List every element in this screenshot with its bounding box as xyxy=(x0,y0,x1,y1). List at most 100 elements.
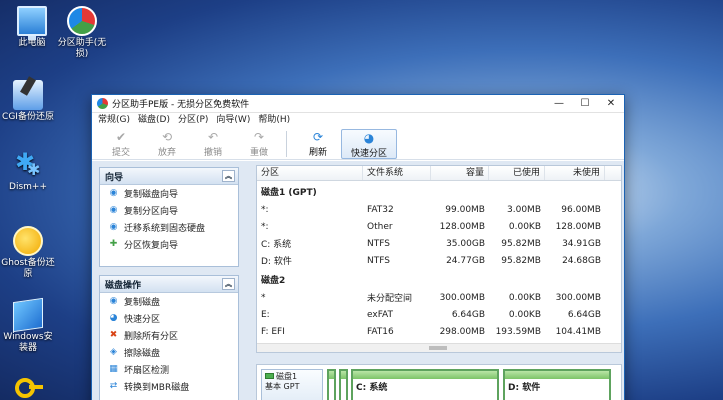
op-quick-partition[interactable]: ◕ 快速分区 xyxy=(100,310,238,327)
dism-icon xyxy=(13,150,43,182)
desktop-icon-dism[interactable]: Dism++ xyxy=(0,150,56,193)
table-row[interactable]: * 未分配空间 300.00MB 0.00KB 300.00MB xyxy=(257,289,621,306)
toolbar-separator xyxy=(286,130,287,157)
disk-map: 磁盘1 基本 GPT C: 系统 D: 软件 xyxy=(256,364,622,400)
main-area: 向导 ︽ ◉ 复制磁盘向导 ◉ 复制分区向导 ◉ 迁移系统到固态硬盘 ✚ 分区恢复向导 … xyxy=(92,161,624,400)
wipe-icon: ◈ xyxy=(110,347,117,357)
disk-ops-panel-title: 磁盘操作 xyxy=(105,280,142,291)
delete-icon: ✖ xyxy=(109,330,118,340)
table-cell: 0.00KB xyxy=(508,221,541,232)
table-cell: NTFS xyxy=(367,238,390,249)
col-free[interactable]: 未使用 xyxy=(545,166,605,180)
menu-partition[interactable]: 分区(P) xyxy=(174,113,212,128)
minimize-button[interactable]: — xyxy=(546,95,572,113)
partition-block-c[interactable]: C: 系统 xyxy=(351,369,499,400)
partition-block[interactable] xyxy=(327,369,336,400)
undo-icon: ↶ xyxy=(207,129,219,144)
partition-block-d[interactable]: D: 软件 xyxy=(503,369,611,400)
commit-button[interactable]: ✔ 提交 xyxy=(98,129,144,159)
desktop-icon-computer[interactable]: 此电脑 xyxy=(4,6,60,49)
desktop-icon-label: 分区助手(无损) xyxy=(57,38,107,59)
col-capacity[interactable]: 容量 xyxy=(431,166,489,180)
col-filesystem[interactable]: 文件系统 xyxy=(363,166,431,180)
table-cell: 193.59MB xyxy=(495,326,541,337)
col-used[interactable]: 已使用 xyxy=(489,166,545,180)
wizard-panel: 向导 ︽ ◉ 复制磁盘向导 ◉ 复制分区向导 ◉ 迁移系统到固态硬盘 ✚ 分区恢复向导 xyxy=(99,167,239,267)
refresh-button[interactable]: ⟳ 刷新 xyxy=(295,129,341,159)
table-row[interactable]: E: exFAT 6.64GB 0.00KB 6.64GB xyxy=(257,306,621,323)
wizard-panel-header: 向导 ︽ xyxy=(100,168,238,185)
desktop-icon-windows-installer[interactable]: Windows安装器 xyxy=(0,297,56,354)
partition-table: 分区 文件系统 容量 已使用 未使用 磁盘1 (GPT) *: FAT32 99.00… xyxy=(256,165,622,353)
table-cell: 95.82MB xyxy=(501,255,541,266)
table-row[interactable]: F: EFI FAT16 298.00MB 193.59MB 104.41MB xyxy=(257,323,621,340)
wizard-partition-recovery[interactable]: ✚ 分区恢复向导 xyxy=(100,236,238,253)
col-partition[interactable]: 分区 xyxy=(257,166,363,180)
table-cell: 0.00KB xyxy=(508,309,541,320)
quick-partition-icon: ◕ xyxy=(109,313,118,323)
menu-wizard[interactable]: 向导(W) xyxy=(212,113,254,128)
migrate-icon: ◉ xyxy=(109,222,118,232)
maximize-button[interactable]: ☐ xyxy=(572,95,598,113)
disk-group-header[interactable]: 磁盘2 xyxy=(257,269,621,289)
table-cell: 104.41MB xyxy=(555,326,601,337)
menu-disk[interactable]: 磁盘(D) xyxy=(134,113,174,128)
table-cell: NTFS xyxy=(367,255,390,266)
quick-partition-icon: ◕ xyxy=(363,130,375,145)
close-button[interactable]: ✕ xyxy=(598,95,624,113)
desktop-icon-label: CGI备份还原 xyxy=(2,112,54,122)
op-label: 复制磁盘向导 xyxy=(124,190,179,200)
app-logo-icon xyxy=(97,98,108,109)
wizard-migrate-ssd[interactable]: ◉ 迁移系统到固态硬盘 xyxy=(100,219,238,236)
disk-card-type: 基本 GPT xyxy=(265,382,300,391)
table-header: 分区 文件系统 容量 已使用 未使用 xyxy=(257,166,621,181)
table-cell: FAT32 xyxy=(367,204,394,215)
table-row[interactable]: C: 系统 NTFS 35.00GB 95.82MB 34.91GB xyxy=(257,235,621,252)
disk-card[interactable]: 磁盘1 基本 GPT xyxy=(261,369,323,400)
desktop-icon-ghost[interactable]: Ghost备份还原 xyxy=(0,226,56,280)
table-row[interactable]: D: 软件 NTFS 24.77GB 95.82MB 24.68GB xyxy=(257,252,621,269)
menu-general[interactable]: 常规(G) xyxy=(94,113,134,128)
op-copy-disk[interactable]: ◉ 复制磁盘 xyxy=(100,293,238,310)
desktop-icon-cgi[interactable]: CGI备份还原 xyxy=(0,80,56,123)
op-convert-mbr[interactable]: ⇄ 转换到MBR磁盘 xyxy=(100,378,238,395)
disk-ops-panel-header: 磁盘操作 ︽ xyxy=(100,276,238,293)
table-cell: *: xyxy=(261,221,269,232)
op-delete-all[interactable]: ✖ 删除所有分区 xyxy=(100,327,238,344)
menu-help[interactable]: 帮助(H) xyxy=(254,113,294,128)
op-bad-sector[interactable]: ▦ 坏扇区检测 xyxy=(100,361,238,378)
copy-disk-icon: ◉ xyxy=(109,296,118,306)
table-cell: 未分配空间 xyxy=(367,294,413,304)
table-row[interactable]: *: Other 128.00MB 0.00KB 128.00MB xyxy=(257,218,621,235)
quick-partition-button[interactable]: ◕ 快速分区 xyxy=(341,128,397,159)
desktop-icon-label: Ghost备份还原 xyxy=(1,258,55,279)
table-cell: E: xyxy=(261,309,270,320)
discard-label: 放弃 xyxy=(157,147,176,158)
desktop-icon-key[interactable] xyxy=(0,370,56,400)
refresh-icon: ⟳ xyxy=(312,129,324,144)
disk-group-header[interactable]: 磁盘1 (GPT) xyxy=(257,181,621,201)
copy-disk-icon: ◉ xyxy=(109,188,118,198)
op-label: 坏扇区检测 xyxy=(124,366,170,376)
table-cell: D: 软件 xyxy=(261,257,292,267)
table-cell: FAT16 xyxy=(367,326,394,337)
op-label: 快速分区 xyxy=(124,315,161,325)
wizard-copy-disk[interactable]: ◉ 复制磁盘向导 xyxy=(100,185,238,202)
undo-button[interactable]: ↶ 撤销 xyxy=(190,129,236,159)
recovery-icon: ✚ xyxy=(109,239,118,249)
horizontal-scrollbar[interactable] xyxy=(257,343,621,352)
desktop-icon-partition-assistant[interactable]: 分区助手(无损) xyxy=(54,6,110,60)
discard-icon: ⟲ xyxy=(161,129,173,144)
title-bar[interactable]: 分区助手PE版 - 无损分区免费软件 — ☐ ✕ xyxy=(92,95,624,113)
discard-button[interactable]: ⟲ 放弃 xyxy=(144,129,190,159)
op-wipe-disk[interactable]: ◈ 擦除磁盘 xyxy=(100,344,238,361)
table-cell: 24.77GB xyxy=(446,255,485,266)
collapse-icon[interactable]: ︽ xyxy=(222,278,235,290)
partition-assistant-window: 分区助手PE版 - 无损分区免费软件 — ☐ ✕ 常规(G) 磁盘(D) 分区(… xyxy=(91,94,625,400)
table-row[interactable]: *: FAT32 99.00MB 3.00MB 96.00MB xyxy=(257,201,621,218)
wizard-copy-partition[interactable]: ◉ 复制分区向导 xyxy=(100,202,238,219)
partition-block[interactable] xyxy=(339,369,348,400)
redo-button[interactable]: ↷ 重做 xyxy=(236,129,282,159)
collapse-icon[interactable]: ︽ xyxy=(222,170,235,182)
redo-label: 重做 xyxy=(249,147,268,158)
